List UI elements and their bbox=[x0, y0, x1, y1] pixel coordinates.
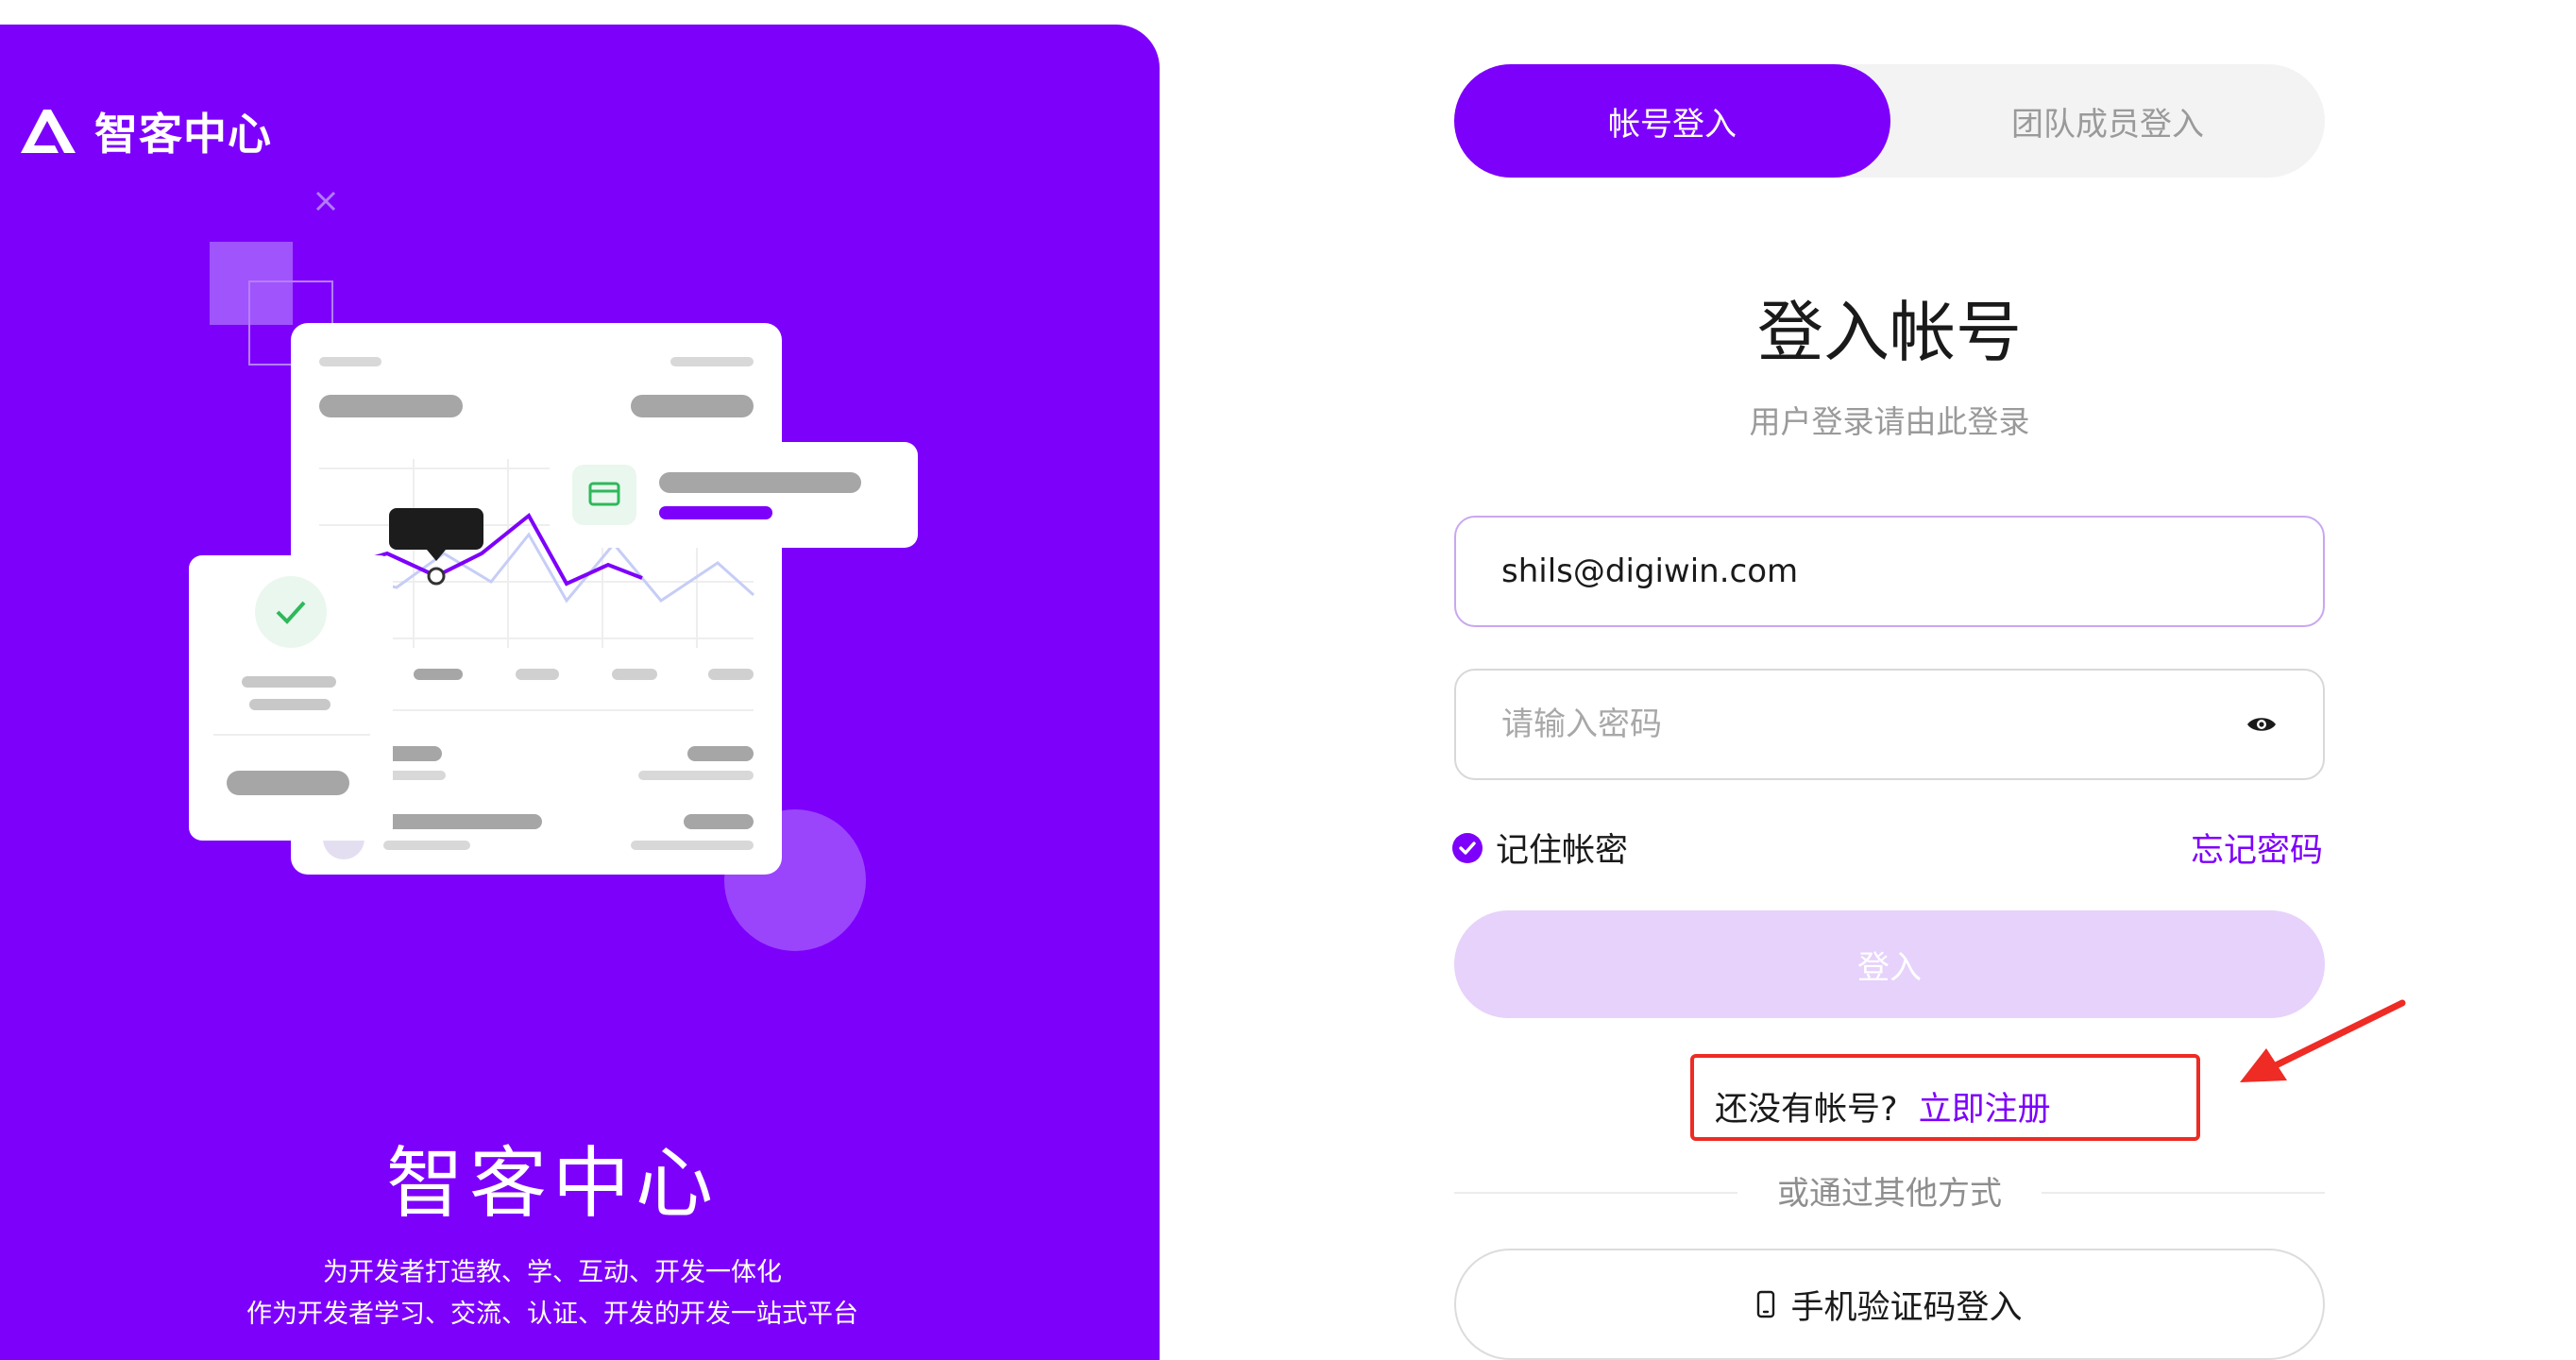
phone-login-label: 手机验证码登入 bbox=[1790, 1288, 2023, 1327]
email-field[interactable] bbox=[1501, 552, 2278, 590]
form-subtitle: 用户登录请由此登录 bbox=[1749, 403, 2030, 440]
login-button[interactable]: 登入 bbox=[1454, 910, 2325, 1018]
form-title: 登入帐号 bbox=[1757, 294, 2022, 371]
eye-icon[interactable] bbox=[2246, 713, 2278, 736]
email-field-wrapper bbox=[1454, 516, 2325, 627]
hero-panel: 智客中心 智客中心 为开发者打造教、学、互动、开发一体化 作为开发者学习、交流、… bbox=[0, 25, 1160, 1360]
register-link[interactable]: 立即注册 bbox=[1919, 1082, 2051, 1130]
hero-subtitle-line1: 为开发者打造教、学、互动、开发一体化 bbox=[323, 1258, 782, 1287]
tab-account-login[interactable]: 帐号登入 bbox=[1454, 64, 1890, 178]
remember-me-label: 记住帐密 bbox=[1496, 832, 1629, 870]
tab-team-member-login[interactable]: 团队成员登入 bbox=[1890, 64, 2325, 178]
dashboard-illustration bbox=[189, 191, 918, 951]
remember-me[interactable]: 记住帐密 bbox=[1452, 824, 1628, 872]
login-type-tabs: 帐号登入 团队成员登入 bbox=[1454, 64, 2325, 178]
register-prompt: 还没有帐号? 立即注册 bbox=[1715, 1082, 2051, 1130]
phone-login-button[interactable]: 手机验证码登入 bbox=[1454, 1249, 2325, 1360]
password-field-wrapper bbox=[1454, 669, 2325, 780]
annotation-arrow-icon bbox=[2240, 999, 2406, 1082]
forgot-password-link[interactable]: 忘记密码 bbox=[2191, 824, 2323, 872]
divider-text: 或通过其他方式 bbox=[1777, 1175, 2002, 1213]
hero-subtitle-line2: 作为开发者学习、交流、认证、开发的开发一站式平台 bbox=[246, 1300, 858, 1329]
password-field[interactable] bbox=[1501, 706, 2246, 743]
checkbox-checked-icon[interactable] bbox=[1452, 832, 1483, 863]
hero-title: 智客中心 bbox=[385, 1139, 719, 1229]
register-question: 还没有帐号? bbox=[1715, 1091, 1898, 1129]
mobile-phone-icon bbox=[1757, 1290, 1775, 1318]
